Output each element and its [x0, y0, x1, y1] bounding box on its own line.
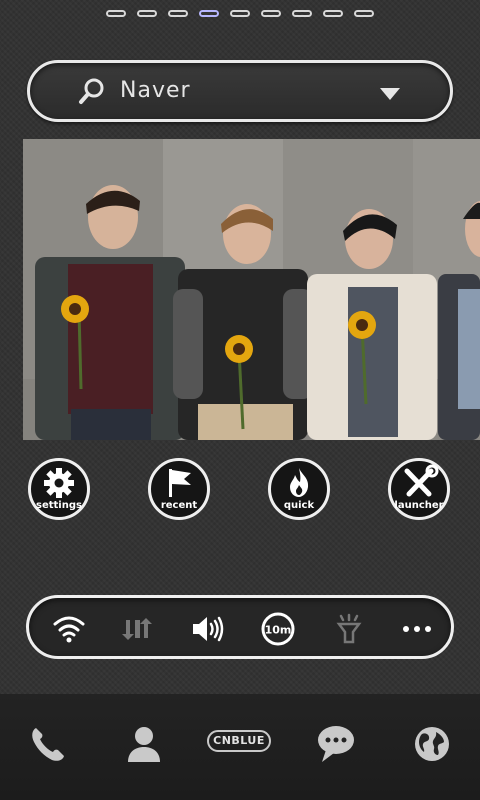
settings-shortcut[interactable]: settings — [28, 458, 90, 520]
cnblue-app[interactable]: CNBLUE — [207, 730, 271, 752]
search-icon — [79, 78, 104, 104]
page-dot[interactable] — [168, 10, 188, 17]
page-indicator[interactable] — [0, 10, 480, 22]
phone-icon[interactable] — [26, 722, 70, 766]
page-dot[interactable] — [354, 10, 374, 17]
page-dot-active[interactable] — [199, 10, 219, 17]
photo-widget[interactable] — [23, 139, 480, 440]
page-dot[interactable] — [261, 10, 281, 17]
speaker-icon[interactable] — [189, 612, 225, 646]
launcher-label: launcher — [394, 500, 444, 511]
dropdown-arrow-icon[interactable] — [380, 88, 400, 100]
timeout-text: 10m — [265, 624, 292, 637]
search-engine-label: Naver — [120, 78, 191, 103]
recent-label: recent — [160, 500, 198, 511]
shortcut-row: settings recent quick launcher — [28, 458, 452, 522]
quick-toggle-bar: 10m — [26, 595, 454, 659]
timer-icon[interactable]: 10m — [260, 612, 296, 646]
data-arrows-icon[interactable] — [119, 612, 155, 646]
search-widget[interactable]: Naver — [27, 60, 453, 122]
wifi-icon[interactable] — [51, 612, 87, 646]
chat-icon[interactable] — [314, 722, 358, 766]
band-photo — [23, 139, 480, 440]
launcher-shortcut[interactable]: launcher — [388, 458, 450, 520]
globe-icon[interactable] — [410, 722, 454, 766]
quick-shortcut[interactable]: quick — [268, 458, 330, 520]
page-dot[interactable] — [230, 10, 250, 17]
dock: CNBLUE — [0, 694, 480, 800]
page-dot[interactable] — [323, 10, 343, 17]
contact-icon[interactable] — [122, 722, 166, 766]
page-dot[interactable] — [106, 10, 126, 17]
recent-shortcut[interactable]: recent — [148, 458, 210, 520]
more-icon[interactable] — [399, 612, 435, 646]
quick-label: quick — [283, 500, 315, 511]
flashlight-icon[interactable] — [331, 612, 367, 646]
page-dot[interactable] — [137, 10, 157, 17]
page-dot[interactable] — [292, 10, 312, 17]
settings-label: settings — [36, 500, 82, 511]
